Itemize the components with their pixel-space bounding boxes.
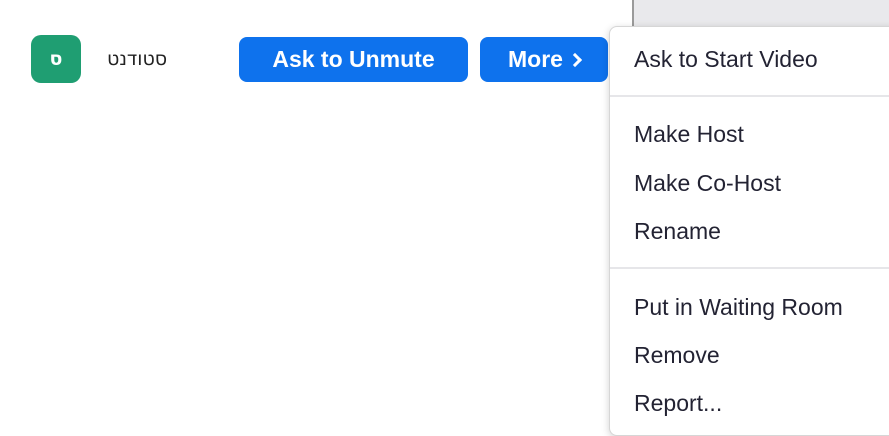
menu-item-ask-to-start-video[interactable]: Ask to Start Video <box>634 43 818 75</box>
menu-item-report[interactable]: Report... <box>634 387 722 419</box>
menu-item-rename[interactable]: Rename <box>634 215 721 247</box>
menu-item-make-co-host[interactable]: Make Co-Host <box>634 167 781 199</box>
avatar: ס <box>31 35 81 83</box>
menu-item-put-in-waiting-room[interactable]: Put in Waiting Room <box>634 291 843 323</box>
more-label: More <box>508 46 563 72</box>
ask-to-unmute-label: Ask to Unmute <box>272 46 435 72</box>
menu-item-make-host[interactable]: Make Host <box>634 118 744 150</box>
menu-separator <box>610 267 889 269</box>
participant-name: סטודנט <box>107 48 168 70</box>
chevron-right-icon <box>567 52 583 68</box>
more-button[interactable]: More <box>480 37 608 82</box>
menu-separator <box>610 95 889 97</box>
menu-item-remove[interactable]: Remove <box>634 339 720 371</box>
participant-context-menu: Ask to Start Video Make Host Make Co-Hos… <box>609 26 889 436</box>
ask-to-unmute-button[interactable]: Ask to Unmute <box>239 37 468 82</box>
